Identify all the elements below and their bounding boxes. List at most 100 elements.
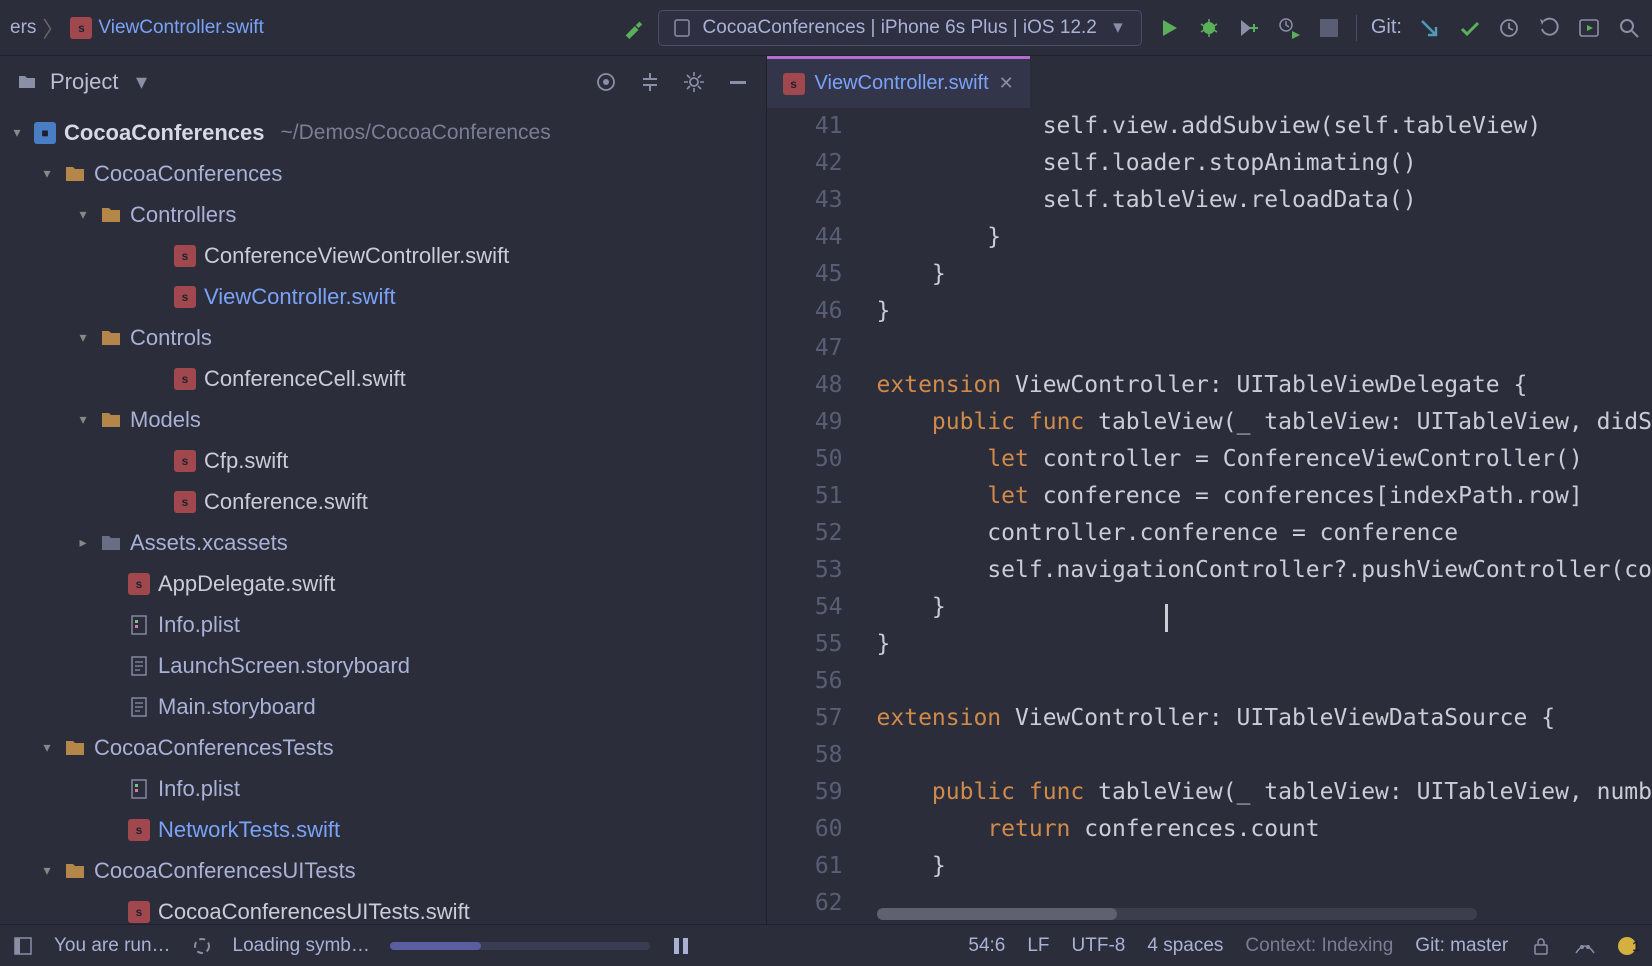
- chevron-down-icon[interactable]: ▾: [38, 862, 56, 879]
- breadcrumb-root[interactable]: ers: [10, 17, 36, 39]
- indexing-context[interactable]: Context: Indexing: [1245, 935, 1393, 957]
- tree-file[interactable]: sConferenceViewController.swift: [0, 235, 766, 276]
- tree-file[interactable]: sCocoaConferencesUITests.swift: [0, 891, 766, 924]
- close-tab-icon[interactable]: ✕: [999, 73, 1014, 94]
- line-number[interactable]: 45: [767, 256, 843, 293]
- tree-file[interactable]: Info.plist: [0, 768, 766, 809]
- code-line[interactable]: extension ViewController: UITableViewDel…: [877, 367, 1652, 404]
- code-line[interactable]: }: [877, 626, 1652, 663]
- line-number[interactable]: 57: [767, 700, 843, 737]
- code-line[interactable]: }: [877, 589, 1652, 626]
- line-number[interactable]: 42: [767, 145, 843, 182]
- code-line[interactable]: self.loader.stopAnimating(): [877, 145, 1652, 182]
- line-number[interactable]: 58: [767, 737, 843, 774]
- tool-window-toggle-icon[interactable]: [12, 935, 34, 957]
- lock-icon[interactable]: [1530, 935, 1552, 957]
- tree-folder[interactable]: ▾Models: [0, 399, 766, 440]
- debug-button-icon[interactable]: [1196, 15, 1222, 41]
- tree-file[interactable]: sCfp.swift: [0, 440, 766, 481]
- breadcrumb-file[interactable]: s ViewController.swift: [70, 17, 263, 39]
- line-number[interactable]: 61: [767, 848, 843, 885]
- caret-position[interactable]: 54:6: [968, 935, 1005, 957]
- code-editor[interactable]: 4142434445464748495051525354555657585960…: [767, 108, 1652, 924]
- horizontal-scrollbar-thumb[interactable]: [877, 908, 1117, 920]
- line-number[interactable]: 49: [767, 404, 843, 441]
- inspector-icon[interactable]: [1574, 935, 1596, 957]
- line-number[interactable]: 46: [767, 293, 843, 330]
- code-line[interactable]: [877, 737, 1652, 774]
- pause-icon[interactable]: [670, 935, 692, 957]
- line-number[interactable]: 53: [767, 552, 843, 589]
- code-line[interactable]: [877, 330, 1652, 367]
- code-line[interactable]: [877, 663, 1652, 700]
- line-number[interactable]: 44: [767, 219, 843, 256]
- line-number[interactable]: 47: [767, 330, 843, 367]
- tree-file[interactable]: sConferenceCell.swift: [0, 358, 766, 399]
- project-root[interactable]: ▾ ■ CocoaConferences ~/Demos/CocoaConfer…: [0, 112, 766, 153]
- code-content[interactable]: self.view.addSubview(self.tableView) sel…: [877, 108, 1652, 924]
- tree-folder[interactable]: ▾Controllers: [0, 194, 766, 235]
- code-line[interactable]: }: [877, 848, 1652, 885]
- line-number[interactable]: 60: [767, 811, 843, 848]
- line-number[interactable]: 48: [767, 367, 843, 404]
- code-line[interactable]: self.navigationController?.pushViewContr…: [877, 552, 1652, 589]
- line-number[interactable]: 52: [767, 515, 843, 552]
- coverage-run-icon[interactable]: [1236, 15, 1262, 41]
- git-commit-icon[interactable]: [1456, 15, 1482, 41]
- tree-folder[interactable]: ▾CocoaConferencesUITests: [0, 850, 766, 891]
- code-line[interactable]: self.tableView.reloadData(): [877, 182, 1652, 219]
- tree-file[interactable]: LaunchScreen.storyboard: [0, 645, 766, 686]
- run-tool-window-icon[interactable]: [1576, 15, 1602, 41]
- stop-button-icon[interactable]: [1316, 15, 1342, 41]
- code-line[interactable]: let controller = ConferenceViewControlle…: [877, 441, 1652, 478]
- tree-file[interactable]: sNetworkTests.swift: [0, 809, 766, 850]
- select-opened-file-icon[interactable]: [594, 70, 618, 94]
- tree-file[interactable]: sConference.swift: [0, 481, 766, 522]
- hide-panel-icon[interactable]: [726, 70, 750, 94]
- tree-file[interactable]: sViewController.swift: [0, 276, 766, 317]
- code-line[interactable]: public func tableView(_ tableView: UITab…: [877, 774, 1652, 811]
- code-line[interactable]: return conferences.count: [877, 811, 1652, 848]
- editor-gutter[interactable]: 4142434445464748495051525354555657585960…: [767, 108, 859, 924]
- chevron-right-icon[interactable]: ▸: [74, 534, 92, 551]
- tree-file[interactable]: Main.storyboard: [0, 686, 766, 727]
- code-line[interactable]: extension ViewController: UITableViewDat…: [877, 700, 1652, 737]
- collapse-all-icon[interactable]: [638, 70, 662, 94]
- code-line[interactable]: self.view.addSubview(self.tableView): [877, 108, 1652, 145]
- line-number[interactable]: 43: [767, 182, 843, 219]
- profile-run-icon[interactable]: [1276, 15, 1302, 41]
- code-line[interactable]: controller.conference = conference: [877, 515, 1652, 552]
- chevron-down-icon[interactable]: ▾: [74, 329, 92, 346]
- chevron-down-icon[interactable]: ▾: [74, 411, 92, 428]
- line-number[interactable]: 56: [767, 663, 843, 700]
- indent-setting[interactable]: 4 spaces: [1147, 935, 1223, 957]
- code-line[interactable]: }: [877, 256, 1652, 293]
- chevron-down-icon[interactable]: ▾: [74, 206, 92, 223]
- line-number[interactable]: 51: [767, 478, 843, 515]
- search-everywhere-icon[interactable]: [1616, 15, 1642, 41]
- tree-folder[interactable]: ▾CocoaConferences: [0, 153, 766, 194]
- chevron-down-icon[interactable]: ▾: [8, 124, 26, 141]
- build-hammer-icon[interactable]: [622, 17, 644, 39]
- code-line[interactable]: public func tableView(_ tableView: UITab…: [877, 922, 1652, 924]
- line-number[interactable]: 41: [767, 108, 843, 145]
- fold-strip[interactable]: [859, 108, 877, 924]
- encoding[interactable]: UTF-8: [1072, 935, 1126, 957]
- chevron-down-icon[interactable]: ▾: [130, 71, 152, 93]
- tree-file[interactable]: sAppDelegate.swift: [0, 563, 766, 604]
- editor-tab[interactable]: s ViewController.swift ✕: [767, 56, 1030, 108]
- line-number[interactable]: 50: [767, 441, 843, 478]
- code-line[interactable]: let conference = conferences[indexPath.r…: [877, 478, 1652, 515]
- run-configuration-selector[interactable]: CocoaConferences | iPhone 6s Plus | iOS …: [658, 10, 1142, 46]
- tree-folder[interactable]: ▾Controls: [0, 317, 766, 358]
- tree-file[interactable]: ▸Assets.xcassets: [0, 522, 766, 563]
- code-line[interactable]: }: [877, 219, 1652, 256]
- project-panel-header[interactable]: Project ▾: [0, 56, 766, 108]
- line-number[interactable]: 59: [767, 774, 843, 811]
- git-branch[interactable]: Git: master: [1415, 935, 1508, 957]
- horizontal-scrollbar-track[interactable]: [877, 908, 1477, 920]
- code-line[interactable]: public func tableView(_ tableView: UITab…: [877, 404, 1652, 441]
- tree-file[interactable]: Info.plist: [0, 604, 766, 645]
- line-number[interactable]: 55: [767, 626, 843, 663]
- tree-folder[interactable]: ▾CocoaConferencesTests: [0, 727, 766, 768]
